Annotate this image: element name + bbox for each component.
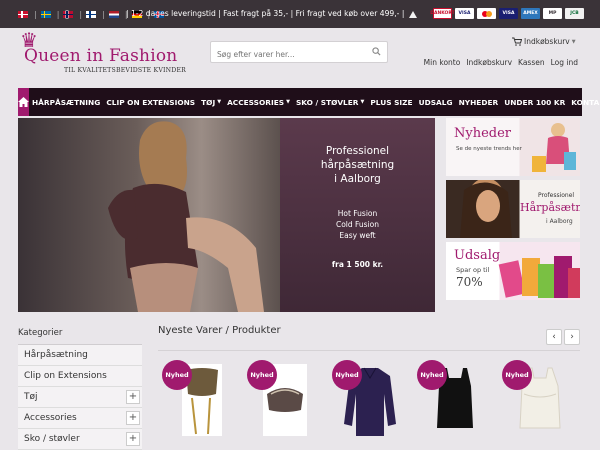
hero-title: Professionel hårpåsætning i Aalborg (320, 145, 395, 185)
mobilepay-icon: MP (543, 8, 562, 19)
banner-hair-sub: i Aalborg (546, 218, 573, 225)
nyhed-badge: Nyhed (417, 360, 447, 390)
amex-icon: AMEX (521, 8, 540, 19)
nav-item-clip-on-extensions[interactable]: CLIP ON EXTENSIONS (103, 88, 198, 116)
nav-item-udsalg[interactable]: UDSALG (416, 88, 456, 116)
nav-item-sko-stovler[interactable]: SKO / STØVLER ▼ (293, 88, 367, 116)
hair-image (460, 180, 512, 238)
link-indkobskurv[interactable]: Indkøbskurv (466, 58, 512, 67)
flag-fi-icon[interactable] (86, 11, 97, 18)
sidebar-item-clip-on[interactable]: Clip on Extensions (18, 366, 142, 387)
nav-item-accessories[interactable]: ACCESSORIES ▼ (224, 88, 293, 116)
product-card[interactable]: Nyhed (500, 360, 580, 450)
products-heading: Nyeste Varer / Produkter (158, 325, 281, 336)
product-card[interactable]: Nyhed (415, 360, 495, 450)
link-min-konto[interactable]: Min konto (424, 58, 461, 67)
search-icon[interactable] (372, 47, 381, 56)
home-button[interactable] (18, 88, 29, 116)
nav-item-plus-size[interactable]: PLUS SIZE (367, 88, 415, 116)
banner-harpasaetning[interactable]: Professionel Hårpåsætning i Aalborg (446, 180, 580, 238)
sidebar-item-toj[interactable]: Tøj + (18, 387, 142, 408)
banner-nyheder-sub: Se de nyeste trends her (456, 146, 522, 152)
product-card[interactable]: Nyhed (160, 360, 240, 450)
chevron-down-icon: ▼ (571, 38, 576, 45)
chevron-down-icon: ▼ (217, 99, 222, 105)
model-image (108, 121, 264, 312)
cart-icon (512, 37, 522, 46)
sidebar-heading: Kategorier (18, 322, 142, 345)
visa-electron-icon: VISA (499, 8, 518, 19)
expand-icon[interactable]: + (126, 411, 140, 425)
shopping-bags-image (498, 256, 580, 298)
visa-icon: VISA (455, 8, 474, 19)
logo-tagline: TIL KVALITETSBEVIDSTE KVINDER (64, 67, 187, 74)
product-card[interactable]: Nyhed (245, 360, 325, 450)
chevron-down-icon: ▼ (286, 99, 290, 105)
nyhed-badge: Nyhed (332, 360, 362, 390)
link-log-ind[interactable]: Log ind (551, 58, 578, 67)
hero-price: fra 1 500 kr. (331, 260, 384, 269)
home-icon (18, 97, 29, 107)
banner-udsalg-sub: Spar op til (456, 266, 490, 274)
cart-dropdown[interactable]: Indkøbskurv ▼ (512, 37, 576, 46)
banner-hair-small: Professionel (538, 192, 575, 199)
mastercard-icon (477, 8, 496, 19)
payment-methods: DANKORT VISA VISA AMEX MP JCB (430, 8, 584, 19)
carousel-next-button[interactable]: › (564, 329, 580, 345)
flag-nl-icon[interactable] (108, 11, 119, 18)
flag-se-icon[interactable] (40, 11, 51, 18)
nyhed-badge: Nyhed (247, 360, 277, 390)
banner-nyheder[interactable]: Nyheder Se de nyeste trends her (446, 118, 580, 176)
shopper-image (532, 123, 576, 172)
hero-service-list: Hot Fusion Cold Fusion Easy weft (335, 209, 380, 240)
account-links: Min konto Indkøbskurv Kassen Log ind (424, 58, 578, 67)
logo-title: Queen in Fashion (24, 46, 178, 66)
nyhed-badge: Nyhed (502, 360, 532, 390)
sidebar-item-accessories[interactable]: Accessories + (18, 408, 142, 429)
nav-item-nyheder[interactable]: NYHEDER (456, 88, 502, 116)
sidebar-item-sko[interactable]: Sko / støvler + (18, 429, 142, 450)
site-logo[interactable]: ♛ Queen in Fashion TIL KVALITETSBEVIDSTE… (18, 30, 196, 80)
flag-no-icon[interactable] (63, 11, 74, 18)
nav-item-toj[interactable]: TØJ ▼ (198, 88, 224, 116)
banner-udsalg-pct: 70% (456, 275, 483, 289)
nyhed-badge: Nyhed (162, 360, 192, 390)
top-info-bar: | | | | | | | 1-2 dages leveringstid | F… (0, 0, 600, 28)
shipping-info: | 1-2 dages leveringstid | Fast fragt på… (126, 9, 417, 18)
link-kassen[interactable]: Kassen (518, 58, 545, 67)
divider (158, 350, 580, 351)
banner-nyheder-title: Nyheder (454, 126, 512, 141)
warning-icon (408, 10, 417, 18)
expand-icon[interactable]: + (126, 432, 140, 446)
shipping-info-text: | 1-2 dages leveringstid | Fast fragt på… (126, 9, 405, 18)
expand-icon[interactable]: + (126, 390, 140, 404)
search-input[interactable] (211, 44, 361, 65)
hero-banner[interactable]: Professionel hårpåsætning i Aalborg Hot … (18, 118, 435, 312)
main-nav: HÅRPÅSÆTNING CLIP ON EXTENSIONS TØJ ▼ ACC… (18, 88, 600, 116)
nav-item-under-100[interactable]: UNDER 100 KR (501, 88, 568, 116)
banner-hair-title: Hårpåsætning (520, 201, 580, 214)
sidebar-item-harpasaetning[interactable]: Hårpåsætning (18, 345, 142, 366)
nav-item-kontakt[interactable]: KONTAKT OS (568, 88, 600, 116)
banner-udsalg-title: Udsalg (454, 248, 501, 263)
flag-dk-icon[interactable] (18, 11, 28, 18)
cart-label: Indkøbskurv (524, 37, 570, 46)
nav-item-harpasaetning[interactable]: HÅRPÅSÆTNING (29, 88, 103, 116)
search-box (210, 41, 388, 65)
carousel-prev-button[interactable]: ‹ (546, 329, 562, 345)
jcb-icon: JCB (565, 8, 584, 19)
banner-udsalg[interactable]: Udsalg Spar op til 70% (446, 242, 580, 300)
chevron-down-icon: ▼ (360, 99, 365, 105)
category-sidebar: Kategorier Hårpåsætning Clip on Extensio… (18, 322, 142, 450)
dankort-icon: DANKORT (430, 8, 455, 19)
product-card[interactable]: Nyhed (330, 360, 410, 450)
